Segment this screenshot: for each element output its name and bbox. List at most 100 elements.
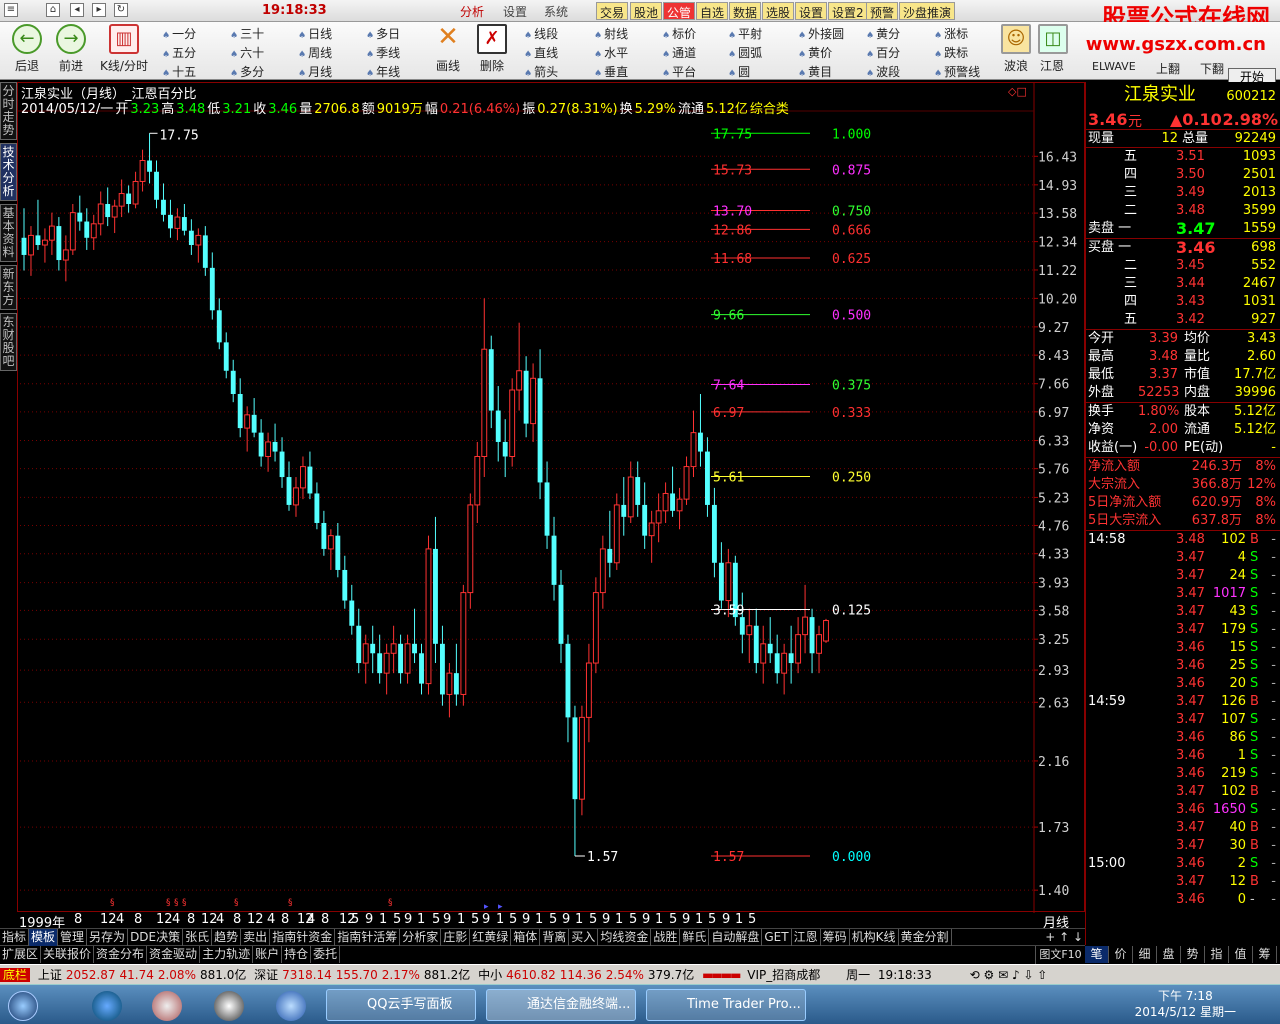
quote-tab-1[interactable]: 价 <box>1109 946 1133 963</box>
draw-tool-2[interactable]: 标价 <box>662 25 696 42</box>
draw-tool-11[interactable]: 黄价 <box>798 44 832 61</box>
left-tab-1[interactable]: 技术分析 <box>0 143 17 201</box>
start-orb-icon[interactable] <box>8 991 38 1021</box>
task-qq-handwriting[interactable]: QQ云手写面板 <box>326 989 476 1021</box>
btn-pool[interactable]: 股池 <box>630 2 663 20</box>
refresh-icon[interactable]: ↻ <box>114 3 128 17</box>
vip-server[interactable]: VIP_招商成都 <box>747 968 820 982</box>
indicator-tab-1[interactable]: 模板 <box>29 929 59 946</box>
draw-tool-0[interactable]: 线段 <box>524 25 558 42</box>
back-icon[interactable]: ◂ <box>70 3 84 17</box>
home-icon[interactable]: ⌂ <box>46 3 60 17</box>
draw-tool-19[interactable]: 波段 <box>866 63 900 80</box>
gann-button[interactable]: ◫ 江恩 <box>1038 24 1068 74</box>
indicator-tab-17[interactable]: 战胜 <box>651 929 681 946</box>
draw-tool-18[interactable]: 黄目 <box>798 63 832 80</box>
left-tab-0[interactable]: 分时走势 <box>0 82 17 140</box>
draw-tool-14[interactable]: 箭头 <box>524 63 558 80</box>
period-9[interactable]: 多分 <box>230 63 264 80</box>
sub-tab-0[interactable]: 扩展区 <box>0 946 42 963</box>
sub-tab-4[interactable]: 主力轨迹 <box>200 946 254 963</box>
period-2[interactable]: 日线 <box>298 25 332 42</box>
period-7[interactable]: 季线 <box>366 44 400 61</box>
sub-tab-5[interactable]: 账户 <box>253 946 283 963</box>
quote-tab-0[interactable]: 笔 <box>1085 946 1109 963</box>
chart-options-icon[interactable]: ◇□ <box>1008 85 1027 98</box>
indicator-tab-13[interactable]: 箱体 <box>511 929 541 946</box>
task-time-trader[interactable]: Time Trader Pro... <box>646 989 806 1021</box>
btn-settings[interactable]: 设置 <box>795 2 828 20</box>
browser-icon[interactable] <box>276 991 306 1021</box>
indicator-tab-23[interactable]: 机构K线 <box>850 929 899 946</box>
quote-tab-7[interactable]: 筹 <box>1253 946 1277 963</box>
btn-trade[interactable]: 交易 <box>596 2 629 20</box>
indicator-tab-7[interactable]: 卖出 <box>241 929 271 946</box>
indicator-tab-3[interactable]: 另存为 <box>87 929 129 946</box>
quote-tab-2[interactable]: 细 <box>1133 946 1157 963</box>
draw-tool-7[interactable]: 直线 <box>524 44 558 61</box>
btn-sandbox[interactable]: 沙盘推演 <box>899 2 956 20</box>
period-5[interactable]: 六十 <box>230 44 264 61</box>
quote-tab-4[interactable]: 势 <box>1181 946 1205 963</box>
period-11[interactable]: 年线 <box>366 63 400 80</box>
sub-tab-1[interactable]: 关联报价 <box>41 946 95 963</box>
status-menu[interactable]: 底栏 <box>0 968 31 982</box>
indicator-tab-14[interactable]: 背离 <box>540 929 570 946</box>
draw-tool-13[interactable]: 跌标 <box>934 44 968 61</box>
draw-tool-17[interactable]: 圆 <box>728 63 750 80</box>
wave-button[interactable]: ☺ 波浪 <box>998 24 1034 74</box>
page-down-button[interactable]: 下翻 <box>1200 60 1224 77</box>
draw-line-button[interactable]: ✕ 画线 <box>430 24 466 74</box>
indicator-tab-6[interactable]: 趋势 <box>212 929 242 946</box>
indicator-tab-22[interactable]: 筹码 <box>821 929 850 946</box>
sub-tab-7[interactable]: 委托 <box>311 946 341 963</box>
indicator-tab-15[interactable]: 买入 <box>569 929 599 946</box>
draw-tool-9[interactable]: 通道 <box>662 44 696 61</box>
forward-button[interactable]: → 前进 <box>52 24 90 74</box>
period-8[interactable]: 十五 <box>162 63 196 80</box>
indicator-tab-18[interactable]: 鲜氏 <box>680 929 710 946</box>
btn-settings2[interactable]: 设置2 <box>828 2 868 20</box>
draw-tool-15[interactable]: 垂直 <box>594 63 628 80</box>
period-0[interactable]: 一分 <box>162 25 196 42</box>
menu-icon[interactable]: ≡ <box>4 3 18 17</box>
delete-drawing-button[interactable]: ✗ 删除 <box>474 24 510 74</box>
sub-tab-2[interactable]: 资金分布 <box>94 946 148 963</box>
task-tdx-terminal[interactable]: 通达信金融终端... <box>486 989 636 1021</box>
left-tab-2[interactable]: 基本资料 <box>0 204 17 262</box>
period-4[interactable]: 五分 <box>162 44 196 61</box>
left-tab-4[interactable]: 东财股吧 <box>0 313 17 371</box>
qq-icon[interactable] <box>214 991 244 1021</box>
kline-chart[interactable]: 16.43 14.93 13.58 12.34 11.22 10.20 9.27 8.43 7.… <box>17 82 1085 913</box>
btn-data[interactable]: 数据 <box>729 2 762 20</box>
btn-favorites[interactable]: 自选 <box>696 2 729 20</box>
forward-icon[interactable]: ▸ <box>92 3 106 17</box>
btn-picker[interactable]: 选股 <box>762 2 795 20</box>
btn-alert[interactable]: 预警 <box>866 2 899 20</box>
menu-system[interactable]: 系统 <box>544 3 568 20</box>
indicator-tab-21[interactable]: 江恩 <box>792 929 821 946</box>
sub-tab-6[interactable]: 持仓 <box>282 946 312 963</box>
indicator-tab-24[interactable]: 黄金分割 <box>899 929 952 946</box>
elwave-button[interactable]: ELWAVE <box>1092 60 1136 73</box>
ie-icon[interactable] <box>92 991 122 1021</box>
app-icon[interactable] <box>152 991 182 1021</box>
draw-tool-16[interactable]: 平台 <box>662 63 696 80</box>
indicator-tab-5[interactable]: 张氏 <box>183 929 213 946</box>
kline-toggle-button[interactable]: ▥ K线/分时 <box>96 24 152 74</box>
system-clock[interactable]: 下午 7:18 2014/5/12 星期一 <box>1135 988 1236 1020</box>
indicator-tab-10[interactable]: 分析家 <box>400 929 442 946</box>
period-3[interactable]: 多日 <box>366 25 400 42</box>
indicator-tab-4[interactable]: DDE决策 <box>128 929 184 946</box>
sub-tab-3[interactable]: 资金驱动 <box>147 946 201 963</box>
indicator-tab-8[interactable]: 指南针资金 <box>270 929 336 946</box>
draw-tool-20[interactable]: 预警线 <box>934 63 980 80</box>
period-6[interactable]: 周线 <box>298 44 332 61</box>
draw-tool-6[interactable]: 涨标 <box>934 25 968 42</box>
indicator-tab-20[interactable]: GET <box>762 929 792 946</box>
quote-tab-3[interactable]: 盘 <box>1157 946 1181 963</box>
menu-settings[interactable]: 设置 <box>503 3 527 20</box>
menu-analysis[interactable]: 分析 <box>460 3 484 20</box>
indicator-tab-19[interactable]: 自动解盘 <box>709 929 763 946</box>
page-up-button[interactable]: 上翻 <box>1156 60 1180 77</box>
